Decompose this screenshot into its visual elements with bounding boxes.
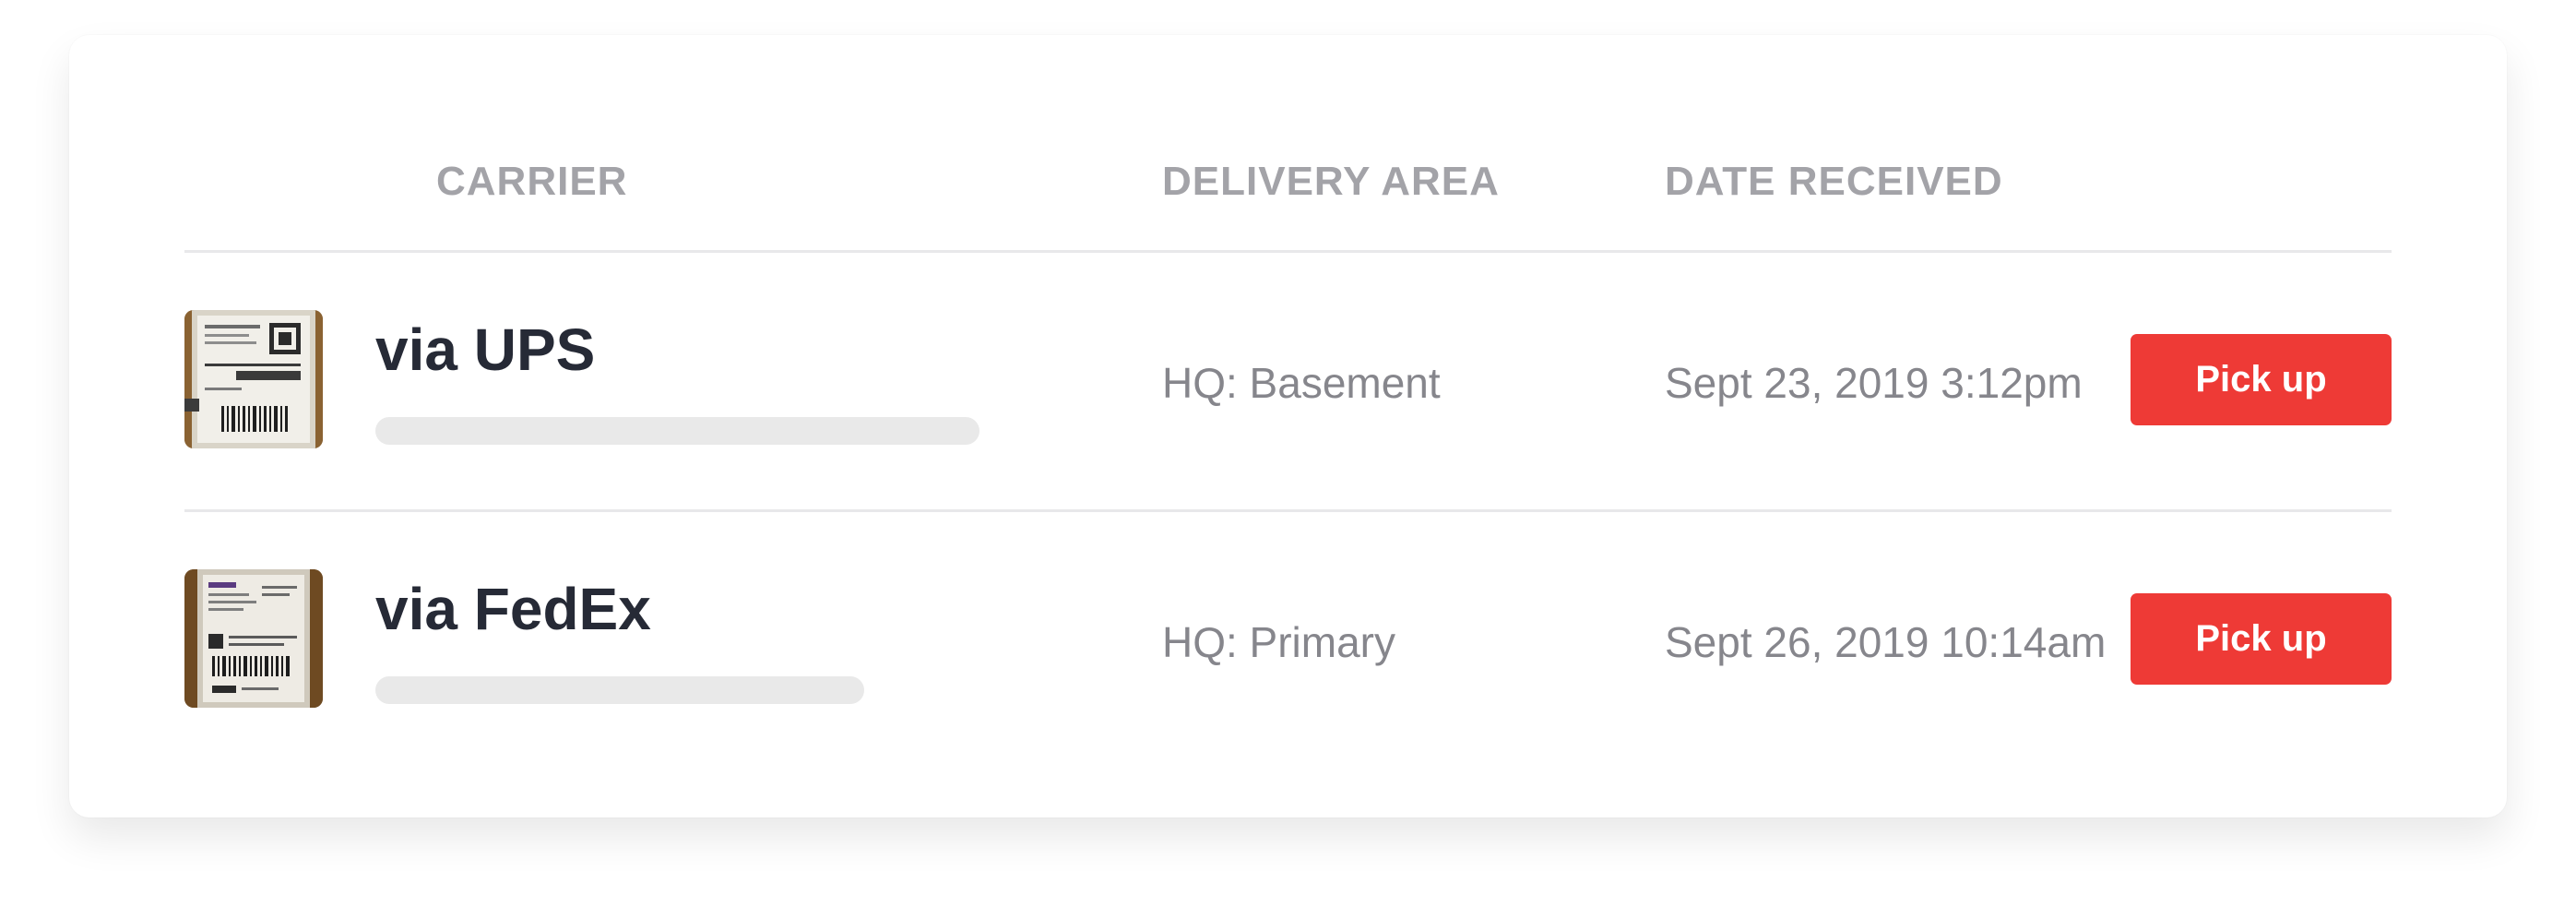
date-received: Sept 23, 2019 3:12pm [1665,359,2083,407]
carrier-name: via FedEx [375,576,651,642]
date-received: Sept 26, 2019 10:14am [1665,618,2107,666]
package-thumbnail [184,569,323,708]
table-header: CARRIER DELIVERY AREA DATE RECEIVED [184,35,2392,253]
loading-placeholder-bar [375,676,864,704]
table-row: via FedEx HQ: Primary Sept 26, 2019 10:1… [184,512,2392,769]
pick-up-button[interactable]: Pick up [2131,593,2392,685]
loading-placeholder-bar [375,417,979,445]
carrier-name: via UPS [375,316,596,383]
table-row: via UPS HQ: Basement Sept 23, 2019 3:12p… [184,253,2392,512]
delivery-area: HQ: Basement [1162,359,1441,407]
package-thumbnail [184,310,323,448]
pick-up-button[interactable]: Pick up [2131,334,2392,425]
column-header-carrier: CARRIER [436,159,628,204]
column-header-date-received: DATE RECEIVED [1665,159,2003,204]
packages-table: CARRIER DELIVERY AREA DATE RECEIVED via … [184,35,2392,769]
column-header-delivery-area: DELIVERY AREA [1162,159,1500,204]
delivery-area: HQ: Primary [1162,618,1395,666]
packages-card: CARRIER DELIVERY AREA DATE RECEIVED via … [69,35,2507,818]
